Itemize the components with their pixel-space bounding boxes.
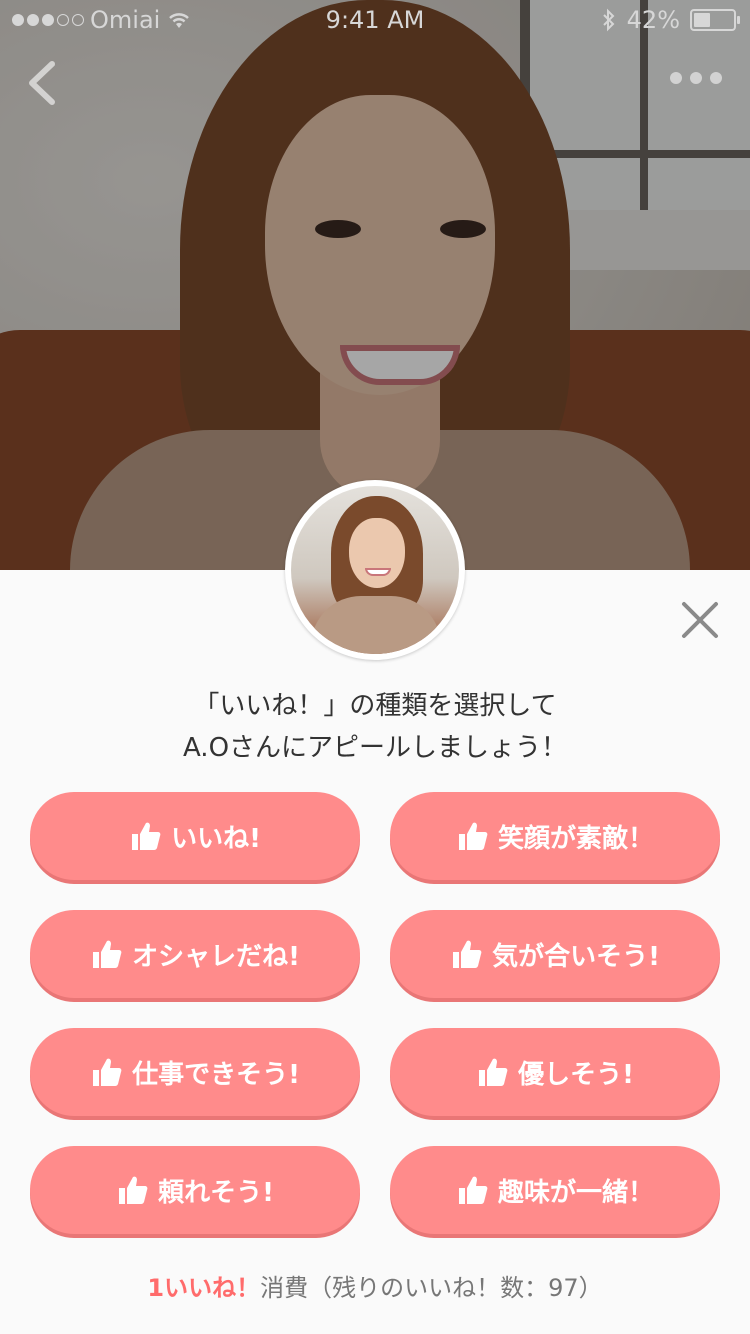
thumbs-up-icon — [479, 1058, 508, 1086]
like-button-stylish[interactable]: オシャレだね! — [30, 910, 360, 998]
bluetooth-icon — [602, 8, 615, 32]
thumbs-up-icon — [458, 1176, 488, 1204]
like-button-capable[interactable]: 仕事できそう! — [30, 1028, 360, 1116]
like-button-kind[interactable]: 優しそう! — [390, 1028, 720, 1116]
prompt-line-1: 「いいね！」の種類を選択して — [193, 691, 557, 721]
dialog-prompt: 「いいね！」の種類を選択して A.Oさんにアピールしましょう！ — [0, 685, 750, 769]
chevron-left-icon[interactable] — [22, 58, 62, 108]
thumbs-up-icon — [453, 940, 482, 968]
thumbs-up-icon — [93, 1058, 122, 1086]
like-button-iine[interactable]: いいね! — [30, 792, 360, 880]
thumbs-up-icon — [119, 1176, 148, 1204]
like-type-grid: いいね! 笑顔が素敵！ オシャレだね! 気が合いそう! 仕事できそう! 優しそう… — [30, 792, 720, 1234]
prompt-line-2: A.Oさんにアピールしましょう！ — [182, 733, 568, 763]
like-cost: 1いいね！ — [147, 1274, 261, 1302]
ellipsis-icon[interactable] — [670, 72, 722, 84]
status-bar: Omiai 9:41 AM 42% — [0, 0, 750, 40]
like-button-same-hobby[interactable]: 趣味が一緒！ — [390, 1146, 720, 1234]
battery-icon — [690, 9, 740, 31]
like-button-compatible[interactable]: 気が合いそう! — [390, 910, 720, 998]
battery-percent: 42% — [626, 6, 680, 34]
close-icon[interactable] — [676, 596, 724, 644]
remaining-likes: 消費（残りのいいね！数：97） — [260, 1274, 603, 1302]
like-button-nice-smile[interactable]: 笑顔が素敵！ — [390, 792, 720, 880]
thumbs-up-icon — [93, 940, 122, 968]
like-button-reliable[interactable]: 頼れそう! — [30, 1146, 360, 1234]
like-cost-note: 1いいね！消費（残りのいいね！数：97） — [0, 1268, 750, 1303]
avatar — [285, 480, 465, 660]
thumbs-up-icon — [132, 822, 161, 850]
thumbs-up-icon — [458, 822, 488, 850]
